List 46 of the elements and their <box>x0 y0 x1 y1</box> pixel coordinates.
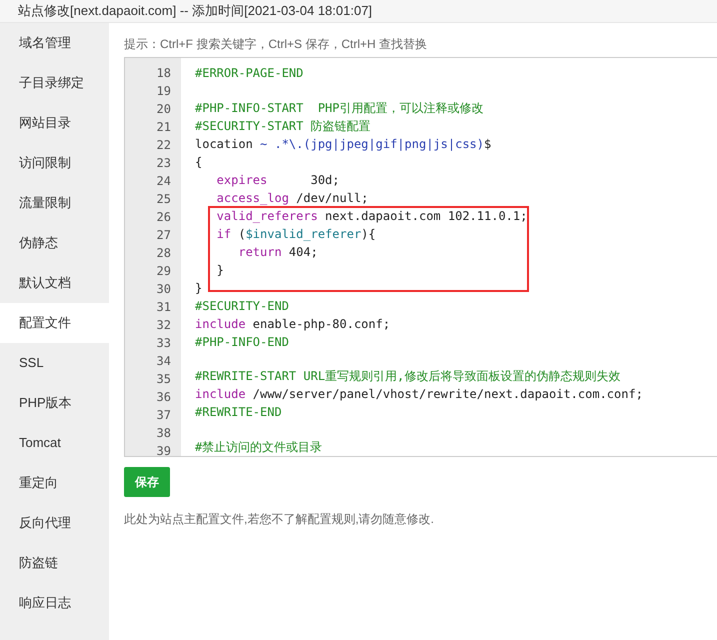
line-number: 26 <box>156 209 172 226</box>
code-line: { <box>195 154 202 171</box>
line-number: 30 <box>156 281 172 298</box>
code-editor[interactable] <box>124 57 717 457</box>
code-line: #SECURITY-END <box>195 298 289 315</box>
line-number: 25 <box>156 191 172 208</box>
code-line: #禁止访问的文件或目录 <box>195 439 322 456</box>
sidebar-item[interactable]: 配置文件 <box>0 303 109 343</box>
line-number: 31 <box>156 299 172 316</box>
hint-text: 提示：Ctrl+F 搜索关键字，Ctrl+S 保存，Ctrl+H 查找替换 <box>124 36 428 52</box>
line-number: 23 <box>156 155 172 172</box>
code-line: } <box>216 262 224 279</box>
code-line: #PHP-INFO-START PHP引用配置，可以注释或修改 <box>195 100 484 117</box>
line-number: 29 <box>156 263 172 280</box>
line-number: 35 <box>156 371 172 388</box>
line-number: 27 <box>156 227 172 244</box>
code-line: #REWRITE-START URL重写规则引用,修改后将导致面板设置的伪静态规则失效 <box>195 368 620 386</box>
code-line: if ($invalid_referer){ <box>216 226 376 243</box>
code-line: #SECURITY-START 防盗链配置 <box>195 118 371 135</box>
code-line: #PHP-INFO-END <box>195 334 289 351</box>
code-line: access_log /dev/null; <box>216 190 368 207</box>
line-number: 38 <box>156 425 172 442</box>
line-number: 20 <box>156 101 172 118</box>
code-line: include /www/server/panel/vhost/rewrite/next.dapaoit.com.conf; <box>195 386 643 404</box>
line-number: 36 <box>156 389 172 406</box>
line-number: 19 <box>156 83 172 100</box>
line-number: 28 <box>156 245 172 262</box>
code-line: include enable-php-80.conf; <box>195 316 390 333</box>
line-number: 18 <box>156 65 172 82</box>
line-number: 21 <box>156 119 172 136</box>
line-number: 24 <box>156 173 172 190</box>
code-line: return 404; <box>237 244 318 261</box>
line-number: 33 <box>156 335 172 352</box>
line-number: 39 <box>156 443 172 456</box>
code-line: #ERROR-PAGE-END <box>195 65 304 82</box>
code-line: } <box>195 280 202 297</box>
line-number: 22 <box>156 137 172 154</box>
code-line: location ~ .*\.(jpg|jpeg|gif|png|js|css)$ <box>195 136 492 153</box>
code-line: valid_referers next.dapaoit.com 102.11.0.1; <box>216 208 528 225</box>
line-number: 34 <box>156 353 172 370</box>
line-number: 32 <box>156 317 172 334</box>
window-title: 站点修改[next.dapaoit.com] -- 添加时间[2021-03-04 18:01:07] <box>18 3 372 19</box>
line-number: 37 <box>156 407 172 424</box>
code-line: #REWRITE-END <box>195 404 282 422</box>
note-text: 此处为站点主配置文件,若您不了解配置规则,请勿随意修改. <box>124 511 436 527</box>
code-line: expires 30d; <box>216 172 340 189</box>
